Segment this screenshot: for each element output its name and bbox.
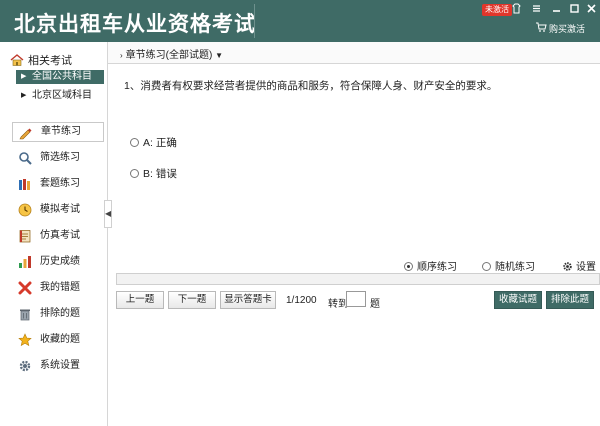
sidebar-item-excluded[interactable]: 排除的题	[12, 304, 104, 324]
radio-icon	[482, 262, 491, 271]
option-a[interactable]: A: 正确	[130, 135, 177, 150]
sidebar-item-label: 历史成绩	[40, 256, 80, 267]
settings-label: 设置	[576, 262, 596, 273]
goto-label: 转到	[328, 299, 348, 310]
inactive-badge: 未激活	[482, 4, 512, 16]
sidebar-item-label: 系统设置	[40, 360, 80, 371]
sidebar-item-label: 套题练习	[40, 178, 80, 189]
sidebar-item-wrong[interactable]: 我的错题	[12, 278, 104, 298]
sidebar-item-mock-exam[interactable]: 模拟考试	[12, 200, 104, 220]
chapter-icon	[19, 126, 33, 140]
sidebar-item-label: 收藏的题	[40, 334, 80, 345]
sidebar-item-filter[interactable]: 筛选练习	[12, 148, 104, 168]
sidebar-sub-label: 全国公共科目	[32, 71, 92, 82]
caret-right-icon: ▶	[21, 92, 27, 99]
star-icon	[18, 333, 32, 347]
answer-progress-bar	[116, 273, 600, 285]
chapter-dropdown[interactable]: › 章节练习(全部试题) ▼	[120, 46, 223, 61]
caret-right-icon: ›	[120, 51, 123, 60]
search-icon	[18, 151, 32, 165]
notebook-icon	[18, 229, 32, 243]
sidebar-sub-national[interactable]: ▶ 全国公共科目	[16, 70, 104, 84]
radio-icon	[404, 262, 413, 271]
sidebar-item-history[interactable]: 历史成绩	[12, 252, 104, 272]
goto-suffix: 题	[370, 299, 380, 310]
close-icon[interactable]	[585, 3, 597, 15]
sidebar-sub-beijing[interactable]: ▶ 北京区域科目	[16, 89, 104, 103]
sidebar-item-label: 筛选练习	[40, 152, 80, 163]
mode-random[interactable]: 随机练习	[482, 258, 535, 273]
sidebar-item-label: 排除的题	[40, 308, 80, 319]
sidebar-sub-label: 北京区域科目	[32, 90, 92, 101]
maximize-icon[interactable]	[568, 3, 580, 15]
caret-right-icon: ▶	[21, 73, 27, 80]
sidebar-item-favorites[interactable]: 收藏的题	[12, 330, 104, 350]
sidebar-item-chapter[interactable]: 章节练习	[12, 122, 104, 142]
option-b[interactable]: B: 错误	[130, 166, 177, 181]
sidebar-item-label: 仿真考试	[40, 230, 80, 241]
sidebar-item-label: 模拟考试	[40, 204, 80, 215]
clock-icon	[18, 203, 32, 217]
sidebar-item-sim-exam[interactable]: 仿真考试	[12, 226, 104, 246]
sidebar-item-label: 我的错题	[40, 282, 80, 293]
activate-link[interactable]: 购买激活	[549, 22, 585, 35]
option-label: A: 正确	[143, 137, 177, 149]
sidebar-item-label: 章节练习	[41, 126, 81, 137]
goto-input[interactable]	[346, 291, 366, 307]
question-toolbar: 上一题 下一题 显示答题卡 1/1200 转到 题 收藏试题 排除此题	[108, 288, 600, 312]
related-exams-header[interactable]: 相关考试	[10, 52, 72, 67]
menu-icon[interactable]	[530, 3, 542, 15]
radio-icon	[130, 169, 139, 178]
question-text: 1、消费者有权要求经营者提供的商品和服务，符合保障人身、财产安全的要求。	[124, 80, 498, 92]
gear-icon	[18, 359, 32, 373]
home-icon	[10, 54, 24, 66]
option-label: B: 错误	[143, 168, 177, 180]
skin-icon[interactable]	[510, 3, 522, 15]
sidebar: 相关考试 ▶ 全国公共科目 ▶ 北京区域科目 章节练习 筛选练习 套题练习 模拟…	[0, 42, 108, 426]
mode-label: 随机练习	[495, 262, 535, 273]
exclude-button[interactable]: 排除此题	[546, 291, 594, 309]
title-bar: 北京出租车从业资格考试 未激活 购买激活	[0, 0, 600, 42]
prev-button[interactable]: 上一题	[116, 291, 164, 309]
question-counter: 1/1200	[286, 295, 317, 306]
collect-button[interactable]: 收藏试题	[494, 291, 542, 309]
sidebar-header-label: 相关考试	[28, 55, 72, 67]
bar-chart-icon	[18, 255, 32, 269]
minimize-icon[interactable]	[550, 3, 562, 15]
breadcrumb-label: 章节练习(全部试题)	[125, 50, 213, 61]
mode-sequential[interactable]: 顺序练习	[404, 258, 457, 273]
app-title: 北京出租车从业资格考试	[14, 13, 256, 36]
chevron-down-icon: ▼	[215, 51, 224, 60]
show-answer-card-button[interactable]: 显示答题卡	[220, 291, 276, 309]
next-button[interactable]: 下一题	[168, 291, 216, 309]
title-divider	[254, 4, 255, 38]
sidebar-item-settings[interactable]: 系统设置	[12, 356, 104, 376]
x-mark-icon	[18, 281, 32, 295]
books-icon	[18, 177, 32, 191]
radio-icon	[130, 138, 139, 147]
main-panel: › 章节练习(全部试题) ▼ 1、消费者有权要求经营者提供的商品和服务，符合保障人…	[108, 42, 600, 426]
sidebar-item-set[interactable]: 套题练习	[12, 174, 104, 194]
mode-label: 顺序练习	[417, 262, 457, 273]
breadcrumb: › 章节练习(全部试题) ▼	[108, 42, 600, 64]
trash-icon	[18, 307, 32, 321]
cart-icon[interactable]	[536, 22, 547, 32]
